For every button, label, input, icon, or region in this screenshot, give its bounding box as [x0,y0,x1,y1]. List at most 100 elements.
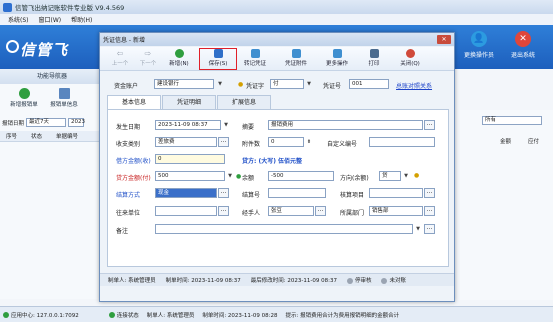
plus-icon [174,49,184,58]
next-button[interactable]: ⇨ 下一个 [136,49,160,69]
left-nav-panel: 功能导航器 新增报销单 报销单信息 报销日期 最近7天 2023 序号 状态 单… [0,69,105,299]
dept-lookup-button[interactable]: … [424,206,435,216]
list-icon [58,88,70,99]
attachments-button[interactable]: 凭证附件 [281,49,311,69]
menu-window[interactable]: 窗口(W) [39,15,62,24]
transfer-icon [250,49,260,58]
direction-select[interactable]: 贷 [379,171,401,181]
transfer-voucher-button[interactable]: 转记凭证 [240,49,270,69]
close-icon [405,49,415,58]
settle-method-lookup-button[interactable]: … [218,188,229,198]
save-highlight-frame [199,48,237,70]
more-actions-button[interactable]: 更多操作 [322,49,352,69]
chevron-down-icon[interactable]: ▼ [414,225,422,233]
ledger-mapping-link[interactable]: 总账对照关系 [396,81,432,90]
custom-no-field[interactable] [369,137,435,147]
printer-icon [369,49,379,58]
account-select[interactable]: 建设银行 [154,79,214,89]
tab-basic-info[interactable]: 基本信息 [107,95,162,109]
arrow-right-icon: ⇨ [144,49,152,58]
tab-extended-info[interactable]: 扩展信息 [217,95,272,109]
bulb-icon: ● [414,172,420,179]
expense-list-button[interactable]: 报销单信息 [46,88,82,108]
dialog-titlebar: 凭证信息 - 新增 [100,33,454,46]
custom-no-label: 自定义编号 [327,141,358,148]
switch-operator-button[interactable]: 👤 更换操作员 [459,31,499,65]
category-label: 收支类别 [116,141,141,148]
menubar: 系统(S) 窗口(W) 帮助(H) [0,14,553,25]
remark-label: 备注 [116,228,129,235]
new-expense-button[interactable]: 新增报销单 [6,88,42,108]
connection-icon [108,312,115,318]
credit-label: 贷方金额(付) [116,175,151,182]
app-title: 信管飞出纳记账软件专业版 V9.4.569 [15,4,125,12]
counterpart-label: 往来单位 [116,210,141,217]
voucher-no-label: 凭证号 [323,83,342,90]
date-input[interactable]: 2023 [68,118,85,127]
tab-voucher-details[interactable]: 凭证明细 [162,95,217,109]
remark-lookup-button[interactable]: … [424,224,435,234]
brand-name: 信管飞 [20,41,69,59]
calendar-dropdown-icon[interactable]: ▼ [222,121,230,129]
balance-label: 余额 [242,175,255,182]
chevron-down-icon[interactable]: ▼ [226,172,234,180]
counterpart-field[interactable] [155,206,217,216]
exit-icon: ✕ [515,31,531,47]
app-logo-icon [3,2,12,12]
dialog-title: 凭证信息 - 新增 [103,37,145,44]
settle-no-label: 结算号 [242,192,261,199]
handler-lookup-button[interactable]: … [315,206,326,216]
nav-grid-header: 序号 状态 单据编号 [0,131,105,142]
voucher-no-field[interactable]: 001 [349,79,389,89]
user-icon: 👤 [471,31,487,47]
chevron-down-icon[interactable]: ▼ [305,80,313,88]
close-button[interactable]: 关闭(Q) [396,49,424,69]
brand-logo-icon [6,40,19,53]
summary-label: 摘要 [242,124,255,131]
menu-help[interactable]: 帮助(H) [71,15,92,24]
debit-amount-field[interactable]: 0 [155,154,225,164]
stepper-arrows-icon[interactable]: ⬍ [305,138,313,146]
right-panel: 所有 金额 应付 [460,110,553,300]
category-lookup-button[interactable]: … [218,137,229,147]
attachments-stepper[interactable]: 0 [268,137,304,147]
server-icon [3,312,9,318]
check-item-field[interactable] [369,188,423,198]
nav-filter: 报销日期 最近7天 2023 [2,118,86,127]
remark-field[interactable] [155,224,413,234]
category-field[interactable]: 差旅费 [155,137,217,147]
date-label: 发生日期 [116,124,141,131]
voucher-type-select[interactable]: 付 [270,79,304,89]
summary-lookup-button[interactable]: … [424,120,435,130]
settle-no-field[interactable] [268,188,326,198]
print-button[interactable]: 打印 [364,49,384,69]
period-select[interactable]: 最近7天 [26,118,67,127]
chevron-down-icon[interactable]: ▼ [402,172,410,180]
dialog-toolbar: ⇦ 上一个 ⇨ 下一个 新增(N) 保存(S) 转记凭证 凭证附件 更多操作 打… [100,47,454,71]
nav-header: 功能导航器 [0,69,104,84]
dept-field[interactable]: 销售部 [369,206,423,216]
handler-label: 经手人 [242,210,261,217]
menu-system[interactable]: 系统(S) [8,15,29,24]
attachment-icon [291,49,301,58]
dialog-close-button[interactable]: ✕ [437,35,451,44]
dialog-tabs: 基本信息 凭证明细 扩展信息 [107,95,272,109]
status-select[interactable]: 所有 [482,116,542,125]
settle-method-label: 结算方式 [116,192,141,199]
credit-amount-field[interactable]: 500 [155,171,225,181]
counterpart-lookup-button[interactable]: … [218,206,229,216]
settle-method-field[interactable]: 现金 [155,188,217,198]
unreconciled-icon [381,277,388,284]
account-label: 资金账户 [114,83,139,90]
handler-field[interactable]: 张豆 [268,206,314,216]
check-item-lookup-button[interactable]: … [424,188,435,198]
dialog-footer: 制单人: 系统管理员 制单时间: 2023-11-09 08:37 最后修改时间… [100,273,454,286]
prev-button[interactable]: ⇦ 上一个 [108,49,132,69]
new-button[interactable]: 新增(N) [166,49,192,69]
exit-button[interactable]: ✕ 退出系统 [503,31,543,65]
more-icon [332,49,342,58]
attachments-label: 附件数 [242,141,261,148]
summary-field[interactable]: 报销费用 [268,120,423,130]
date-field[interactable]: 2023-11-09 08:37 [155,120,221,130]
chevron-down-icon[interactable]: ▼ [216,80,224,88]
